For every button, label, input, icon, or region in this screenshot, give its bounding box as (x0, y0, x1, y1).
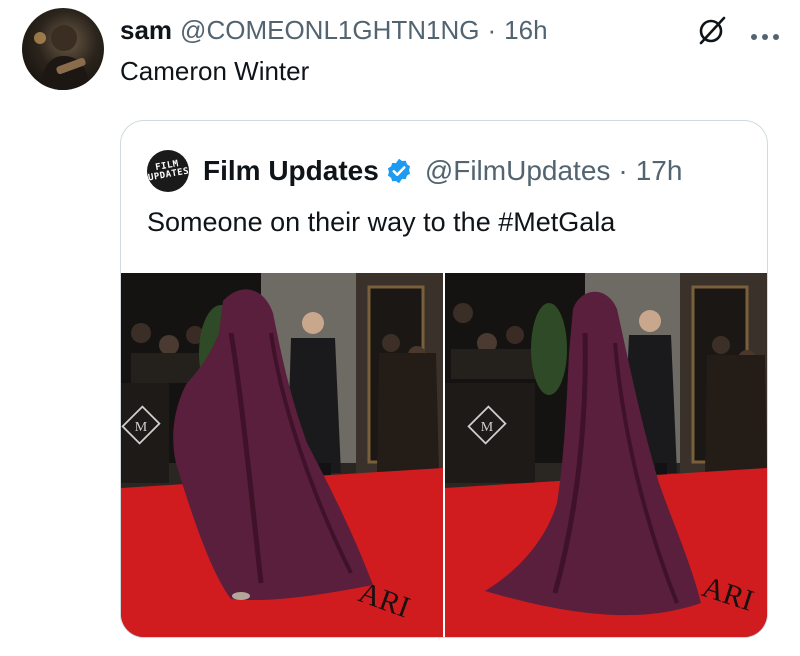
tweet-text: Cameron Winter (120, 56, 310, 86)
more-icon[interactable] (750, 18, 780, 49)
avatar[interactable] (22, 8, 104, 90)
tweet-header: sam @COMEONL1GHTN1NG · 16h (120, 10, 780, 50)
media-image-2[interactable]: M ARI (445, 273, 767, 637)
sign-letter: M (481, 420, 494, 435)
quoted-tweet-header: FILM UPDATES Film Updates @FilmUpdates ·… (147, 149, 682, 193)
media-grid: M ARI M ARI (121, 273, 767, 637)
author-handle[interactable]: @COMEONL1GHTN1NG (180, 15, 479, 46)
quoted-timestamp[interactable]: 17h (636, 155, 683, 187)
quoted-author-name[interactable]: Film Updates (203, 155, 379, 187)
quoted-author-handle[interactable]: @FilmUpdates (425, 155, 611, 187)
verified-icon (385, 157, 413, 185)
separator-dot: · (618, 155, 628, 186)
grok-icon[interactable] (696, 14, 728, 53)
timestamp[interactable]: 16h (504, 15, 547, 46)
sign-letter: M (135, 420, 148, 435)
separator-dot: · (487, 14, 497, 45)
quoted-tweet-text: Someone on their way to the #MetGala (147, 207, 616, 237)
quoted-tweet[interactable]: FILM UPDATES Film Updates @FilmUpdates ·… (120, 120, 768, 638)
media-image-1[interactable]: M ARI (121, 273, 443, 637)
logo-text: FILM UPDATES (147, 159, 190, 184)
author-name[interactable]: sam (120, 15, 172, 46)
header-actions (696, 14, 780, 53)
film-updates-logo[interactable]: FILM UPDATES (147, 150, 190, 192)
